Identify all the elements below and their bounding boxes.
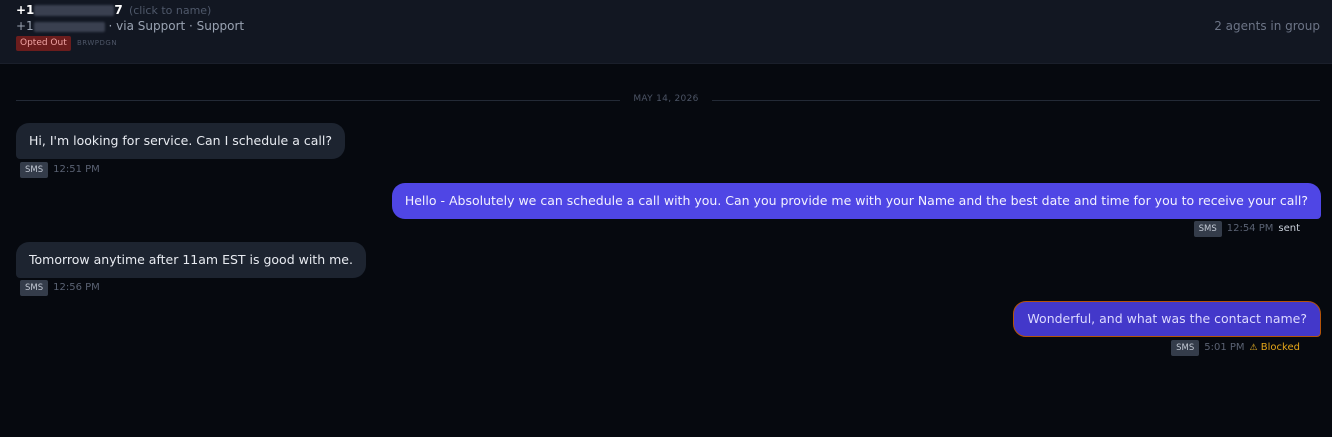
date-divider-right: [712, 100, 1320, 101]
message-time: 12:51 PM: [53, 164, 100, 175]
message-meta: SMS 5:01 PM ⚠ Blocked: [1171, 340, 1300, 356]
message-bubble-incoming[interactable]: Tomorrow anytime after 11am EST is good …: [16, 242, 366, 278]
redacted-via-digits: [33, 21, 105, 32]
message-time: 5:01 PM: [1204, 342, 1245, 353]
contact-name-row[interactable]: +1 7 (click to name): [16, 3, 211, 17]
message-meta: SMS 12:54 PM sent: [1193, 221, 1300, 237]
message-meta: SMS 12:56 PM: [20, 280, 100, 296]
warning-icon: ⚠: [1249, 343, 1258, 353]
via-phone-prefix: +1: [16, 19, 34, 33]
message-status: sent: [1278, 223, 1300, 234]
via-route-text: · via Support · Support: [108, 19, 245, 33]
conversation-header: +1 7 (click to name) +1 · via Support · S…: [0, 0, 1332, 64]
agents-in-group: 2 agents in group: [1214, 19, 1320, 33]
blocked-label: Blocked: [1260, 342, 1300, 353]
message-bubble-outgoing-blocked[interactable]: Wonderful, and what was the contact name…: [1013, 301, 1321, 337]
contact-code: BRWPDGN: [77, 39, 118, 47]
channel-badge: SMS: [1171, 340, 1200, 356]
message-status-blocked: ⚠ Blocked: [1250, 342, 1300, 353]
contact-phone[interactable]: +1 7: [16, 3, 127, 17]
channel-badge: SMS: [20, 280, 49, 296]
message-meta: SMS 12:51 PM: [20, 162, 100, 178]
contact-phone-suffix: 7: [114, 3, 123, 17]
message-time: 12:54 PM: [1226, 223, 1274, 234]
click-to-name-hint[interactable]: (click to name): [129, 4, 211, 17]
contact-phone-prefix: +1: [16, 3, 35, 17]
via-line: +1 · via Support · Support: [16, 19, 244, 33]
date-divider-left: [16, 100, 620, 101]
channel-badge: SMS: [20, 162, 49, 178]
message-bubble-incoming[interactable]: Hi, I'm looking for service. Can I sched…: [16, 123, 345, 159]
redacted-digits: [34, 5, 115, 16]
message-time: 12:56 PM: [53, 282, 100, 293]
message-bubble-outgoing[interactable]: Hello - Absolutely we can schedule a cal…: [391, 183, 1321, 219]
opted-out-badge: Opted Out: [16, 36, 71, 51]
channel-badge: SMS: [1193, 221, 1222, 237]
date-divider-label: MAY 14, 2026: [633, 94, 699, 104]
